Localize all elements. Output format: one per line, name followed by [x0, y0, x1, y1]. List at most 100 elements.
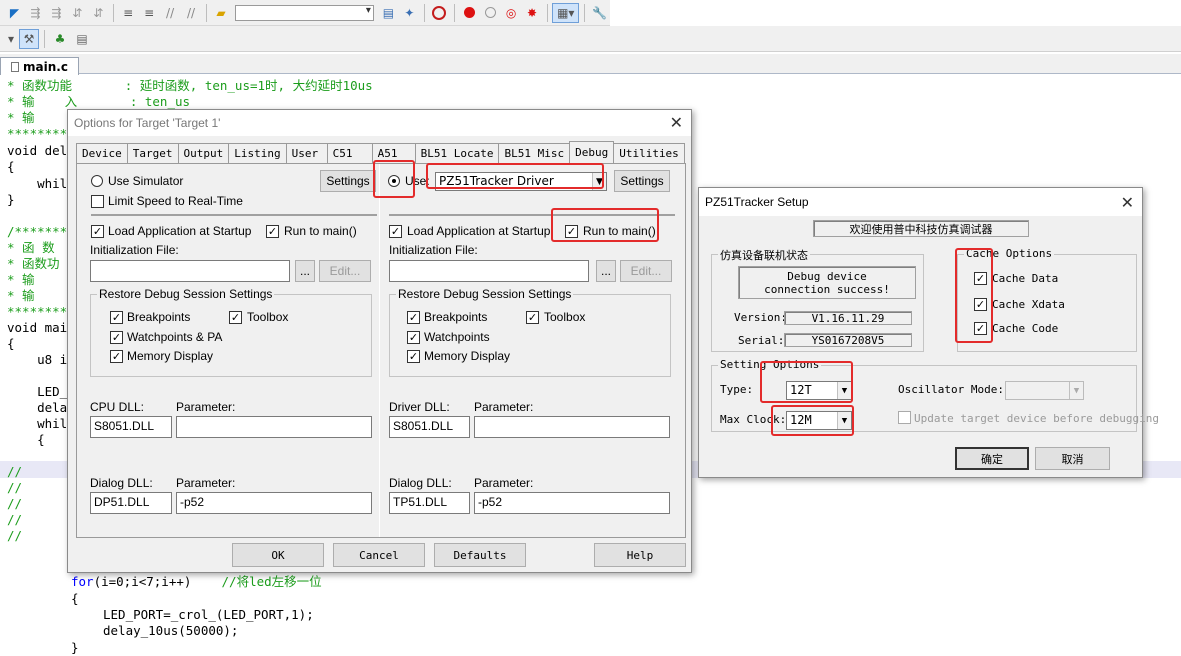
init-file-input[interactable] — [90, 260, 290, 282]
bookmark-prev-icon[interactable]: ⇵ — [68, 3, 87, 23]
find-in-files-icon[interactable]: ▤ — [379, 3, 398, 23]
watchpoints-checkbox-right[interactable]: ✓ — [407, 331, 420, 344]
breakpoints-checkbox-right[interactable]: ✓ — [407, 311, 420, 324]
driver-settings-button[interactable]: Settings — [614, 170, 670, 192]
toolbox-checkbox[interactable]: ✓ — [229, 311, 242, 324]
code-line: * 函 数 — [7, 240, 55, 255]
use-driver-radio[interactable] — [388, 175, 400, 187]
comment-icon[interactable]: // — [161, 3, 180, 23]
debug-icon[interactable] — [430, 3, 449, 23]
select-packs-icon[interactable]: ▤ — [72, 29, 92, 49]
target-options-icon[interactable]: ⚒ — [19, 28, 39, 49]
cpu-dll-input[interactable]: S8051.DLL — [90, 416, 172, 438]
tab-c51[interactable]: C51 — [326, 143, 373, 163]
tab-output[interactable]: Output — [177, 143, 230, 163]
watchpoints-checkbox[interactable]: ✓ — [110, 331, 123, 344]
indent-icon[interactable]: ≡ — [119, 3, 138, 23]
chevron-down-icon: ▼ — [837, 382, 851, 399]
code-keyword: for — [71, 574, 94, 589]
disable-breakpoint-icon[interactable]: ◎ — [502, 3, 521, 23]
panel-separator — [389, 214, 675, 216]
load-app-checkbox[interactable]: ✓ — [91, 225, 104, 238]
code-text: (i=0;i<7;i++) — [93, 574, 192, 589]
cache-data-label: Cache Data — [992, 272, 1059, 285]
settings-icon[interactable]: 🔧 — [590, 3, 609, 23]
dialog-param-input[interactable]: -p52 — [176, 492, 372, 514]
memory-display-checkbox-right[interactable]: ✓ — [407, 350, 420, 363]
help-button[interactable]: Help — [594, 543, 686, 567]
kill-breakpoints-icon[interactable]: ✸ — [523, 3, 542, 23]
uncomment-icon[interactable]: // — [182, 3, 201, 23]
use-simulator-radio[interactable] — [91, 175, 103, 187]
limit-speed-checkbox[interactable] — [91, 195, 104, 208]
type-select[interactable]: 12T ▼ — [786, 381, 852, 400]
defaults-button[interactable]: Defaults — [434, 543, 526, 567]
code-line: * 输 — [7, 110, 35, 125]
ok-button[interactable]: OK — [232, 543, 324, 567]
tab-bl51-misc[interactable]: BL51 Misc — [498, 143, 571, 163]
dialog-title: Options for Target 'Target 1' — [74, 116, 221, 130]
cancel-button[interactable]: Cancel — [333, 543, 425, 567]
toolbox-label: Toolbox — [247, 310, 289, 324]
init-file-edit-button-right[interactable]: Edit... — [620, 260, 672, 282]
group-title: Setting Options — [718, 358, 822, 371]
load-app-checkbox-right[interactable]: ✓ — [389, 225, 402, 238]
run-to-main-checkbox-right[interactable]: ✓ — [565, 225, 578, 238]
cache-code-checkbox[interactable]: ✓ — [974, 322, 987, 335]
close-icon[interactable]: ✕ — [670, 113, 683, 132]
simulator-settings-button[interactable]: Settings — [320, 170, 376, 192]
toolbar-separator — [584, 3, 586, 22]
breakpoint-icon[interactable] — [460, 3, 479, 23]
dropdown-arrow-icon[interactable]: ▾ — [5, 29, 17, 49]
incremental-find-icon[interactable]: ✦ — [400, 3, 419, 23]
dialog-dll-label: Dialog DLL: — [90, 476, 153, 490]
outdent-icon[interactable]: ≡ — [140, 3, 159, 23]
oscillator-mode-select[interactable]: ▼ — [1005, 381, 1084, 400]
dialog-param-input-right[interactable]: -p52 — [474, 492, 670, 514]
init-file-input-right[interactable] — [389, 260, 589, 282]
group-title: Restore Debug Session Settings — [396, 287, 574, 301]
update-target-checkbox[interactable] — [898, 411, 911, 424]
dialog-dll-label-right: Dialog DLL: — [389, 476, 452, 490]
setup-cancel-button[interactable]: 取消 — [1035, 447, 1110, 470]
bookmark-next-icon[interactable]: ⇵ — [89, 3, 108, 23]
max-clock-select[interactable]: 12M ▼ — [786, 411, 852, 430]
indent-icon[interactable]: ⇶ — [26, 3, 45, 23]
tab-debug[interactable]: Debug — [569, 141, 615, 163]
close-icon[interactable]: ✕ — [1121, 193, 1134, 212]
toolbox-checkbox-right[interactable]: ✓ — [526, 311, 539, 324]
cache-data-checkbox[interactable]: ✓ — [974, 272, 987, 285]
run-to-main-checkbox[interactable]: ✓ — [266, 225, 279, 238]
init-file-edit-button[interactable]: Edit... — [319, 260, 371, 282]
init-file-browse-button-right[interactable]: ... — [596, 260, 616, 282]
manage-components-icon[interactable]: ♣ — [50, 29, 70, 49]
options-tabs: Device Target Output Listing User C51 A5… — [76, 141, 685, 163]
init-file-browse-button[interactable]: ... — [295, 260, 315, 282]
tab-target[interactable]: Target — [126, 143, 179, 163]
tab-bl51-locate[interactable]: BL51 Locate — [414, 143, 500, 163]
tab-a51[interactable]: A51 — [371, 143, 416, 163]
outdent-icon[interactable]: ⇶ — [47, 3, 66, 23]
setup-ok-button[interactable]: 确定 — [955, 447, 1029, 470]
arrow-left-icon[interactable]: ◤ — [5, 3, 24, 23]
enable-breakpoint-icon[interactable] — [481, 3, 500, 23]
init-file-label: Initialization File: — [90, 243, 179, 257]
tab-utilities[interactable]: Utilities — [613, 143, 685, 163]
tab-listing[interactable]: Listing — [228, 143, 287, 163]
dialog-dll-input[interactable]: DP51.DLL — [90, 492, 172, 514]
cpu-param-input[interactable] — [176, 416, 372, 438]
driver-param-input[interactable] — [474, 416, 670, 438]
dialog-dll-input-right[interactable]: TP51.DLL — [389, 492, 470, 514]
tab-user[interactable]: User — [285, 143, 328, 163]
find-combo[interactable] — [235, 4, 374, 21]
tab-device[interactable]: Device — [76, 143, 128, 163]
driver-select[interactable]: PZ51Tracker Driver ▼ — [435, 172, 607, 191]
memory-display-checkbox[interactable]: ✓ — [110, 350, 123, 363]
tab-main-c[interactable]: main.c — [0, 57, 79, 75]
open-folder-icon[interactable]: ▰ — [211, 3, 230, 23]
breakpoints-checkbox[interactable]: ✓ — [110, 311, 123, 324]
cache-xdata-checkbox[interactable]: ✓ — [974, 298, 987, 311]
window-layout-icon[interactable]: ▦▾ — [552, 2, 580, 23]
driver-dll-input[interactable]: S8051.DLL — [389, 416, 470, 438]
restore-settings-group-right: Restore Debug Session Settings ✓ Breakpo… — [389, 287, 671, 377]
